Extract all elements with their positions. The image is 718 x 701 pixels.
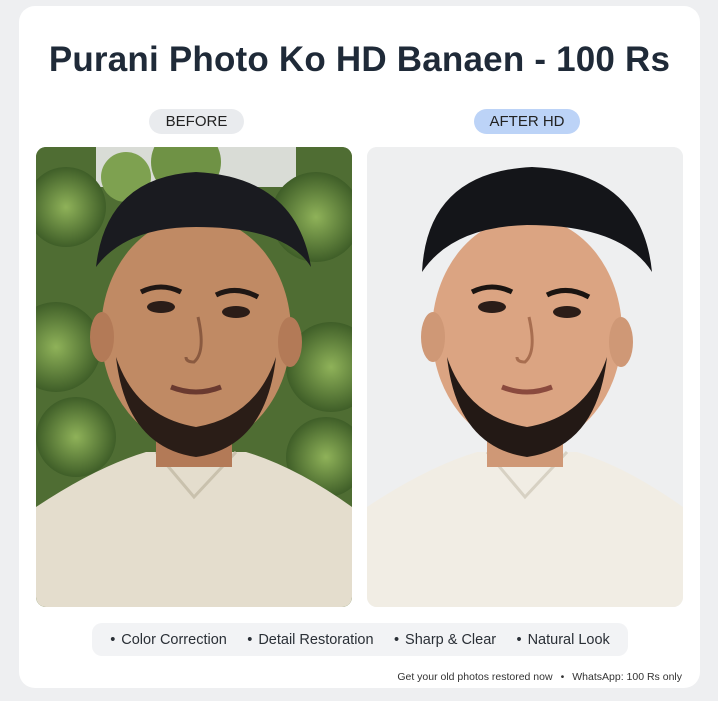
after-portrait-illustration [367,147,683,607]
feature-item: • Detail Restoration [247,631,374,648]
before-label: BEFORE [149,109,244,134]
footer-right: WhatsApp: 100 Rs only [572,671,682,683]
footer-text: Get your old photos restored now • WhatsAp… [397,671,682,683]
footer-left: Get your old photos restored now [397,671,553,683]
after-label: AFTER HD [474,109,580,134]
feature-item: • Color Correction [110,631,227,648]
before-photo [36,147,352,607]
feature-item: • Natural Look [516,631,610,648]
before-portrait-illustration [36,147,352,607]
promo-card: Purani Photo Ko HD Banaen - 100 Rs BEFOR… [19,6,700,688]
page-title: Purani Photo Ko HD Banaen - 100 Rs [48,40,671,79]
feature-item: • Sharp & Clear [393,631,497,648]
feature-list: • Color Correction • Detail Restoration • S… [92,623,628,656]
after-photo [367,147,683,607]
